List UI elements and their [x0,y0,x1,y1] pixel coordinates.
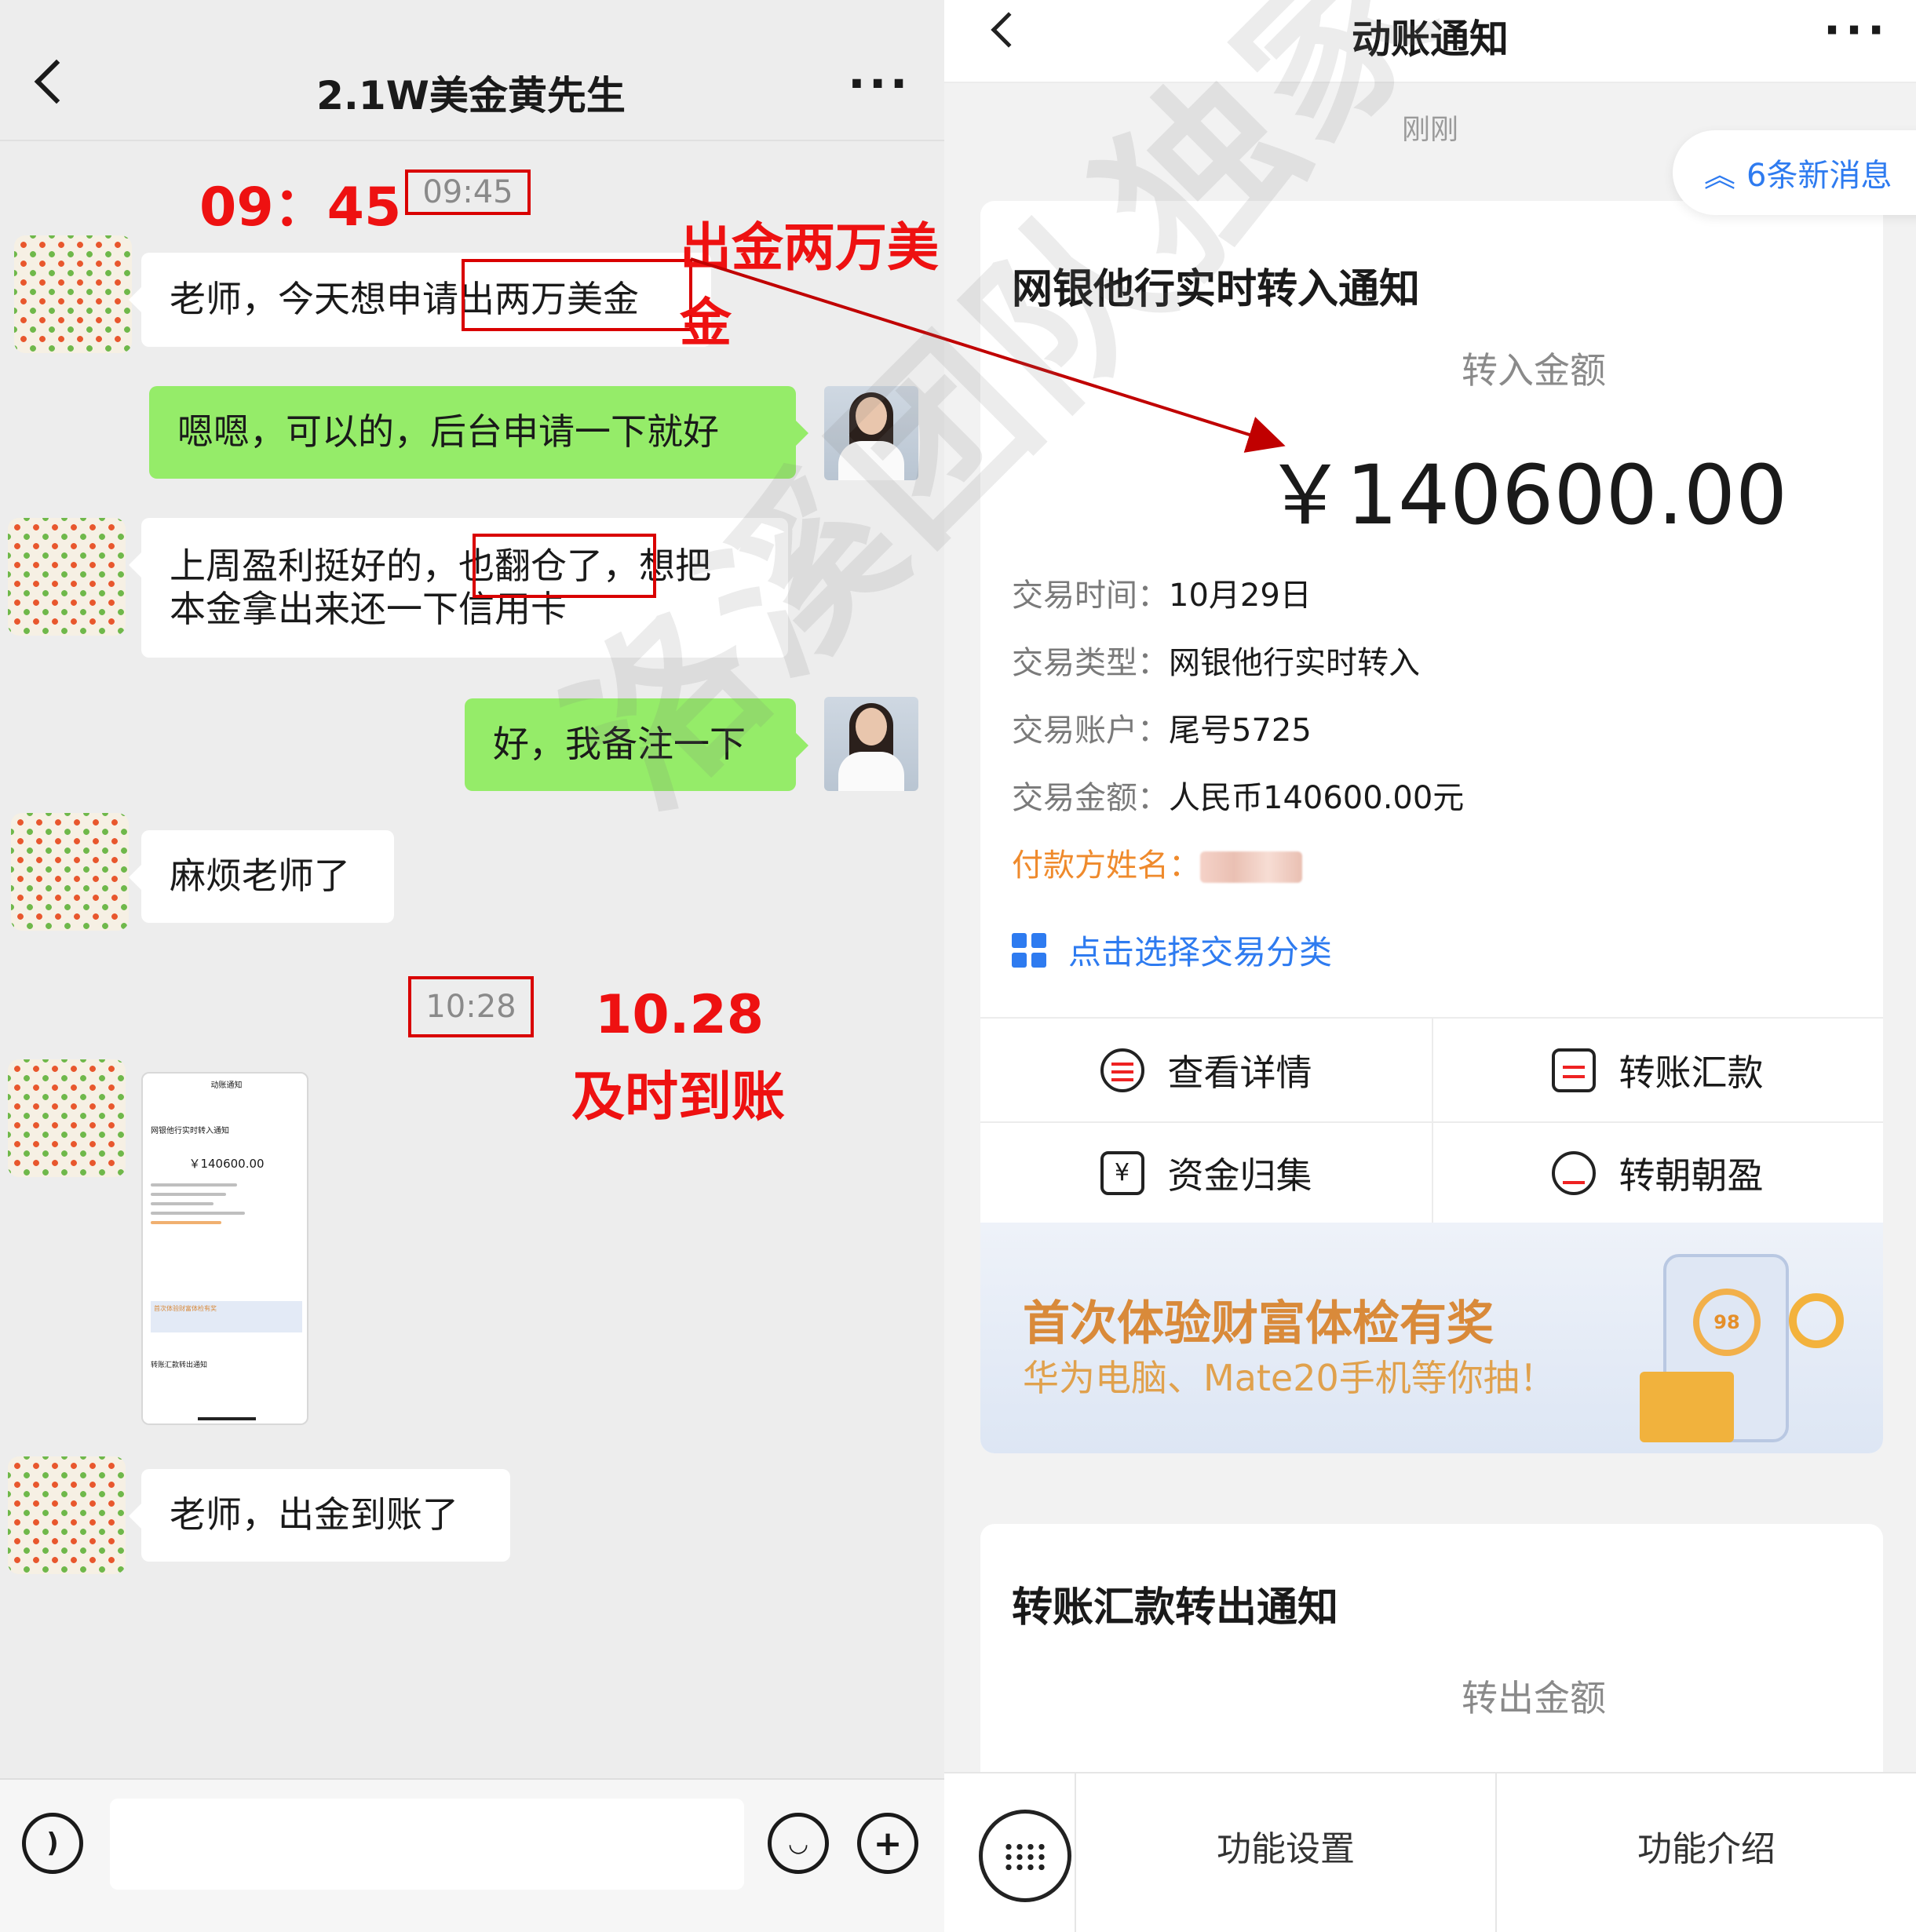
thumb-card2-title: 转账汇款转出通知 [151,1362,208,1369]
function-settings-button[interactable]: 功能设置 [1076,1821,1495,1871]
gift-box-icon [1640,1372,1734,1442]
promo-banner[interactable]: 首次体验财富体检有奖 华为电脑、Mate20手机等你抽！ 98 [980,1223,1883,1453]
avatar-face [856,708,887,745]
chat-header: 2.1W美金黄先生 ··· [0,0,944,141]
back-arrow-icon[interactable] [991,12,1027,48]
blurred-payer-name [1200,851,1302,883]
card-actions: 查看详情 转账汇款 ¥ 资金归集 转朝朝盈 [980,1017,1883,1224]
message-text: 嗯嗯，可以的，后台申请一下就好 [177,410,719,454]
banner-subtitle: 华为电脑、Mate20手机等你抽！ [1023,1357,1556,1399]
message-text: 老师，出金到账了 [170,1493,458,1536]
row-type: 交易类型：网银他行实时转入 [1012,637,1420,683]
score-gauge: 98 [1693,1289,1761,1356]
more-icon[interactable]: ··· [1823,3,1889,57]
chat-title: 2.1W美金黄先生 [316,73,626,118]
yuan-box-icon: ¥ [1100,1150,1144,1195]
function-intro-button[interactable]: 功能介绍 [1497,1821,1916,1871]
thumb-row [151,1212,245,1215]
details-icon [1100,1048,1144,1092]
highlight-box-withdraw [462,259,692,331]
banner-title: 首次体验财富体检有奖 [1023,1296,1494,1351]
back-arrow-icon[interactable] [34,59,79,104]
transfer-icon [1551,1048,1596,1092]
thumb-row [151,1202,213,1205]
action-label: 转朝朝盈 [1619,1154,1764,1197]
action-label: 查看详情 [1167,1051,1312,1094]
double-chevron-up-icon: ︽ [1704,158,1735,194]
row-amount: 交易金额：人民币140600.00元 [1012,772,1464,818]
row-account: 交易账户：尾号5725 [1012,705,1312,750]
emoji-icon[interactable]: ◡ [768,1813,829,1874]
card2-amount-label: 转出金额 [1462,1677,1606,1719]
row-key: 付款方姓名： [1012,848,1200,884]
new-messages-pill[interactable]: ︽ 6条新消息 [1673,130,1916,215]
row-time: 交易时间：10月29日 [1012,570,1312,615]
message-text: 麻烦老师了 [170,855,350,898]
message-in-4[interactable]: 老师，出金到账了 [129,1469,510,1562]
row-key: 交易时间： [1012,578,1169,614]
row-key: 交易金额： [1012,780,1169,816]
thumb-promo: 首次体验财富体检有奖 [154,1305,217,1312]
row-key: 交易类型： [1012,645,1169,681]
amount-value: ￥140600.00 [1264,447,1788,543]
action-label: 资金归集 [1167,1154,1312,1197]
thumb-title: 动账通知 [210,1081,243,1090]
row-value: 10月29日 [1169,578,1312,614]
row-value: 网银他行实时转入 [1169,645,1420,681]
classify-link[interactable]: 点击选择交易分类 [1012,926,1332,974]
thumb-card-title: 网银他行实时转入通知 [151,1127,229,1136]
avatar-customer[interactable] [8,1456,126,1574]
message-input[interactable] [110,1799,744,1890]
keyboard-keys [1003,1842,1047,1873]
new-messages-label: 6条新消息 [1746,158,1892,194]
thumb-amount: ￥140600.00 [188,1157,265,1171]
sunrise-icon [1551,1150,1596,1195]
thumb-row [151,1183,237,1187]
keyboard-icon[interactable] [979,1810,1071,1902]
row-key: 交易账户： [1012,713,1169,749]
thumb-banner: 首次体验财富体检有奖 [151,1301,302,1332]
plus-icon[interactable]: + [857,1813,918,1874]
fund-collection-button[interactable]: ¥ 资金归集 [980,1121,1432,1224]
avatar-customer[interactable] [8,1059,126,1177]
row-value: 尾号5725 [1169,713,1312,749]
more-icon[interactable]: ··· [848,57,911,111]
annotation-arrived: 及时到账 [571,1066,786,1128]
timestamp-2: 10:28 [408,976,534,1037]
avatar-teacher[interactable] [824,697,918,791]
annotation-time-1: 09：45 [199,177,402,239]
message-in-3[interactable]: 麻烦老师了 [129,830,394,923]
row-value: 人民币140600.00元 [1169,780,1465,816]
timestamp-1: 09:45 [405,170,531,215]
chat-panel: 2.1W美金黄先生 ··· 09：45 09:45 老师，今天想申请出两万美金 … [0,0,944,1932]
annotation-date-2: 10.28 [595,984,765,1046]
avatar-jacket [838,752,904,791]
avatar-customer[interactable] [11,813,129,931]
transfer-button[interactable]: 转账汇款 [1432,1019,1883,1121]
image-message-thumbnail[interactable]: 动账通知 网银他行实时转入通知 ￥140600.00 首次体验财富体检有奖 转账… [141,1072,308,1425]
transfer-out-card: 转账汇款转出通知 转出金额 [980,1524,1883,1806]
view-details-button[interactable]: 查看详情 [980,1019,1432,1121]
bank-bottom-bar: 功能设置 功能介绍 [944,1772,1916,1932]
voice-icon[interactable]: ) [22,1813,83,1874]
magnifier-icon [1789,1293,1844,1348]
thumb-row [151,1193,226,1196]
thumb-row [151,1221,221,1224]
grid-icon [1012,932,1046,968]
thumb-home-bar [198,1417,256,1420]
classify-label: 点击选择交易分类 [1068,933,1333,971]
action-label: 转账汇款 [1619,1051,1764,1094]
row-payer: 付款方姓名： [1012,840,1302,885]
message-out-1[interactable]: 嗯嗯，可以的，后台申请一下就好 [149,386,808,479]
zhaozhaoying-button[interactable]: 转朝朝盈 [1432,1121,1883,1224]
avatar-customer[interactable] [14,235,132,353]
avatar-customer[interactable] [8,518,126,636]
card2-title: 转账汇款转出通知 [1012,1584,1339,1631]
